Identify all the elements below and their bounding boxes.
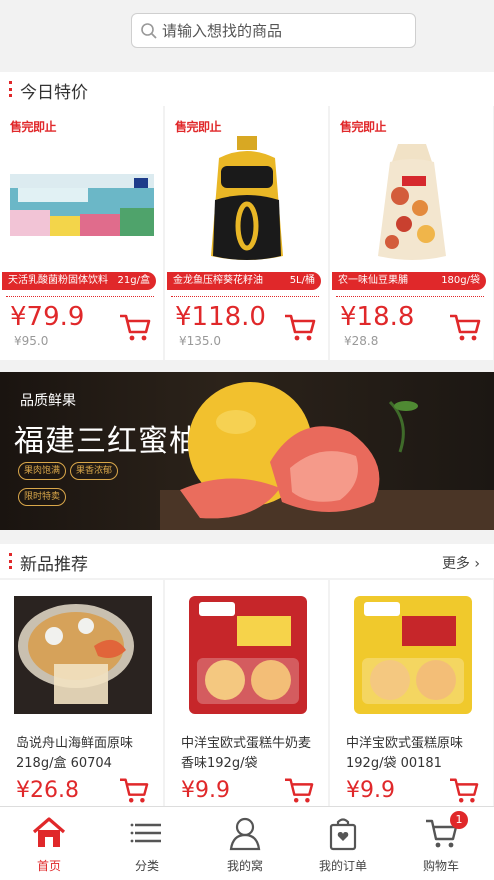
home-icon: [32, 817, 66, 847]
add-to-cart-icon[interactable]: [448, 312, 482, 342]
product-price: ¥9.9: [346, 778, 395, 803]
tab-label: 我的订单: [318, 859, 367, 873]
product-name[interactable]: 中洋宝欧式蛋糕原味192g/袋 00181: [346, 734, 486, 774]
divider: [171, 296, 319, 297]
deal-spec: 180g/袋: [441, 275, 480, 286]
deal-name: 农一味仙豆果脯: [338, 275, 408, 286]
add-to-cart-icon[interactable]: [283, 776, 315, 804]
deal-price: ¥18.8: [340, 302, 415, 332]
divider: [6, 296, 154, 297]
order-bag-icon: [329, 818, 357, 851]
product-image[interactable]: [175, 136, 319, 264]
product-price: ¥26.8: [16, 778, 79, 803]
promo-banner[interactable]: 品质鲜果 福建三红蜜柚 果肉饱满 果香浓郁 限时特卖: [0, 372, 494, 530]
deal-old-price: ¥28.8: [344, 334, 379, 348]
cart-badge: 1: [450, 811, 468, 829]
deal-tag: 售完即止: [10, 120, 57, 134]
search-bar: [0, 0, 494, 64]
deal-name: 天活乳酸菌粉固体饮料: [8, 275, 108, 286]
deal-price: ¥79.9: [10, 302, 85, 332]
product-name[interactable]: 岛说舟山海鲜面原味218g/盒 60704: [16, 734, 156, 774]
product-price: ¥9.9: [181, 778, 230, 803]
deal-price: ¥118.0: [175, 302, 266, 332]
tab-cart[interactable]: 1 购物车: [392, 807, 490, 880]
new-section-header: 新品推荐 更多 ›: [0, 544, 494, 578]
deal-card[interactable]: 售完即止 金龙鱼压榨葵花籽油 5L/桶 ¥118.0 ¥135.0: [165, 106, 328, 360]
tab-my-orders[interactable]: 我的订单: [294, 807, 392, 880]
deal-card[interactable]: 售完即止 天活乳酸菌粉固体饮料 21g/盒 ¥79.9 ¥95.0: [0, 106, 163, 360]
deal-name-bar: 天活乳酸菌粉固体饮料 21g/盒: [2, 272, 156, 290]
banner-subtitle: 品质鲜果: [20, 393, 76, 409]
new-section-title: 新品推荐: [20, 555, 88, 575]
product-name[interactable]: 中洋宝欧式蛋糕牛奶麦香味192g/袋: [181, 734, 321, 774]
product-image[interactable]: [344, 596, 482, 714]
product-card[interactable]: 岛说舟山海鲜面原味218g/盒 60704 ¥26.8: [0, 580, 163, 806]
tab-label: 购物车: [422, 859, 459, 873]
banner-chip: 果香浓郁: [70, 462, 119, 480]
deal-tag: 售完即止: [175, 120, 222, 134]
add-to-cart-icon[interactable]: [118, 312, 152, 342]
deals-list: 售完即止 天活乳酸菌粉固体饮料 21g/盒 ¥79.9 ¥95.0 售完即止 金…: [0, 106, 494, 360]
deal-old-price: ¥95.0: [14, 334, 49, 348]
search-box[interactable]: [131, 13, 416, 48]
deals-section-header: 今日特价: [0, 72, 494, 106]
tab-label: 我的窝: [226, 859, 263, 873]
search-icon: [141, 23, 157, 39]
tab-my-nest[interactable]: 我的窝: [196, 807, 294, 880]
add-to-cart-icon[interactable]: [283, 312, 317, 342]
add-to-cart-icon[interactable]: [118, 776, 150, 804]
section-marker: [9, 81, 12, 97]
banner-chip: 限时特卖: [18, 488, 67, 506]
product-image[interactable]: [14, 596, 152, 714]
deal-card[interactable]: 售完即止 农一味仙豆果脯 180g/袋 ¥18.8 ¥28.8: [330, 106, 493, 360]
tab-label: 分类: [134, 859, 159, 873]
product-image[interactable]: [10, 136, 154, 264]
deal-name-bar: 农一味仙豆果脯 180g/袋: [332, 272, 486, 290]
new-products-list: 岛说舟山海鲜面原味218g/盒 60704 ¥26.8 中洋宝欧式蛋糕牛奶麦香味…: [0, 580, 494, 806]
tab-category[interactable]: 分类: [98, 807, 196, 880]
deal-name-bar: 金龙鱼压榨葵花籽油 5L/桶: [167, 272, 321, 290]
list-icon: [130, 823, 161, 843]
deal-tag: 售完即止: [340, 120, 387, 134]
product-image[interactable]: [179, 596, 317, 714]
section-marker: [9, 553, 12, 569]
pomelo-image: [160, 382, 494, 530]
search-input[interactable]: [162, 16, 407, 45]
product-card[interactable]: 中洋宝欧式蛋糕原味192g/袋 00181 ¥9.9: [330, 580, 493, 806]
deal-old-price: ¥135.0: [179, 334, 221, 348]
banner-chip: 果肉饱满: [18, 462, 67, 480]
deals-section-title: 今日特价: [20, 83, 88, 103]
product-card[interactable]: 中洋宝欧式蛋糕牛奶麦香味192g/袋 ¥9.9: [165, 580, 328, 806]
bottom-tab-bar: 首页 分类 我的窝 我的订单 1 购物车: [0, 806, 494, 880]
more-link[interactable]: 更多 ›: [442, 553, 480, 573]
add-to-cart-icon[interactable]: [448, 776, 480, 804]
deal-name: 金龙鱼压榨葵花籽油: [173, 275, 263, 286]
deal-spec: 21g/盒: [117, 275, 150, 286]
divider: [336, 296, 484, 297]
product-image[interactable]: [340, 136, 484, 264]
tab-home[interactable]: 首页: [0, 807, 98, 880]
user-icon: [229, 817, 261, 851]
tab-label: 首页: [36, 859, 61, 873]
deal-spec: 5L/桶: [289, 275, 315, 286]
